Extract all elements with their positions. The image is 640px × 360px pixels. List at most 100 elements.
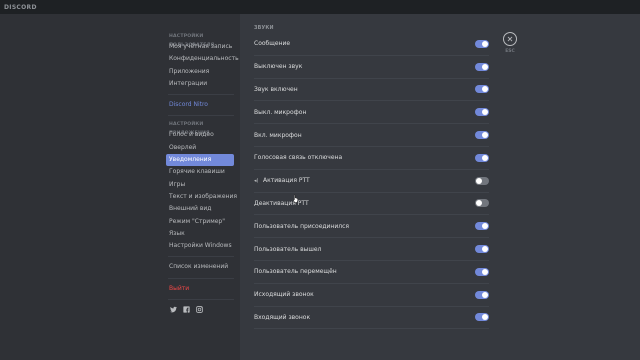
toggle-knob bbox=[482, 63, 488, 70]
toggle-knob bbox=[482, 246, 488, 253]
sidebar-item-changelog[interactable]: Список изменений bbox=[166, 261, 234, 273]
sound-setting-label: Исходящий звонок bbox=[254, 291, 314, 298]
sidebar-item-voice-video[interactable]: Голос и видео bbox=[166, 129, 234, 141]
sound-setting-row: Выключен звук bbox=[254, 56, 489, 79]
sound-setting-label: Звук включен bbox=[254, 86, 298, 93]
sound-setting-label: Вкл. микрофон bbox=[254, 132, 302, 139]
mouse-cursor-icon bbox=[293, 194, 298, 203]
sound-setting-label-text: Пользователь вышел bbox=[254, 245, 322, 253]
sound-setting-label-text: Деактивация PTT bbox=[254, 199, 309, 207]
sidebar-item-language[interactable]: Язык bbox=[166, 228, 234, 240]
sound-setting-label-text: Звук включен bbox=[254, 85, 298, 93]
esc-label: ESC bbox=[505, 49, 515, 54]
sidebar-item-integrations[interactable]: Интеграции bbox=[166, 78, 234, 90]
toggle-knob bbox=[482, 86, 488, 93]
toggle-knob bbox=[482, 132, 488, 139]
twitter-icon[interactable] bbox=[170, 306, 177, 313]
sound-setting-label-text: Сообщение bbox=[254, 40, 291, 48]
sidebar-divider bbox=[168, 277, 234, 279]
sidebar-divider bbox=[168, 115, 234, 117]
sound-toggle-switch[interactable] bbox=[475, 313, 489, 322]
sound-setting-label-text: Пользователь перемещён bbox=[254, 268, 337, 276]
toggle-knob bbox=[482, 314, 488, 321]
sound-setting-row: Пользователь перемещён bbox=[254, 261, 489, 284]
social-links bbox=[166, 306, 240, 314]
close-icon bbox=[507, 36, 513, 42]
sidebar-item-apps[interactable]: Приложения bbox=[166, 66, 234, 78]
toggle-knob bbox=[482, 40, 488, 47]
sound-setting-label: Выключен звук bbox=[254, 63, 302, 70]
sound-toggle-switch[interactable] bbox=[475, 153, 489, 162]
sound-setting-row: Звук включен bbox=[254, 79, 489, 102]
sound-setting-label-text: Выкл. микрофон bbox=[254, 108, 307, 116]
sound-setting-row: Голосовая связь отключена bbox=[254, 147, 489, 170]
sound-toggle-switch[interactable] bbox=[475, 267, 489, 276]
sound-toggle-switch[interactable] bbox=[475, 176, 489, 185]
sound-setting-row: Деактивация PTT bbox=[254, 193, 489, 216]
sound-toggle-switch[interactable] bbox=[475, 245, 489, 254]
sound-toggle-switch[interactable] bbox=[475, 290, 489, 299]
sidebar-divider bbox=[168, 256, 234, 258]
sound-setting-row: Выкл. микрофон bbox=[254, 101, 489, 125]
sound-setting-row: Сообщение bbox=[254, 33, 489, 56]
sound-setting-label: Деактивация PTT bbox=[254, 200, 309, 207]
settings-window: НАСТРОЙКИ ПОЛЬЗОВАТЕЛЯ Моя учётная запис… bbox=[0, 14, 640, 360]
settings-sidebar: НАСТРОЙКИ ПОЛЬЗОВАТЕЛЯ Моя учётная запис… bbox=[0, 14, 240, 360]
user-settings-header: НАСТРОЙКИ ПОЛЬЗОВАТЕЛЯ bbox=[169, 34, 215, 48]
facebook-icon[interactable] bbox=[183, 306, 190, 314]
sound-setting-label-text: Вкл. микрофон bbox=[254, 131, 302, 139]
sound-setting-label-text: Выключен звук bbox=[254, 63, 303, 71]
sound-setting-label: Пользователь присоединился bbox=[254, 223, 349, 230]
sound-setting-label-text: Пользователь присоединился bbox=[254, 222, 349, 230]
sidebar-item-windows-settings[interactable]: Настройки Windows bbox=[166, 240, 234, 252]
sound-toggle-switch[interactable] bbox=[475, 199, 489, 208]
sound-setting-row: ◂) Активация PTT bbox=[254, 170, 489, 193]
sidebar-divider bbox=[168, 94, 234, 96]
sound-setting-label: Входящий звонок bbox=[254, 314, 310, 321]
sidebar-item-appearance[interactable]: Внешний вид bbox=[166, 203, 234, 215]
sidebar-item-my-account[interactable]: Моя учётная запись bbox=[166, 41, 234, 53]
sound-setting-label-text: Исходящий звонок bbox=[254, 291, 314, 299]
sound-setting-row: Входящий звонок bbox=[254, 307, 489, 330]
speaker-icon[interactable]: ◂) bbox=[254, 178, 260, 184]
sound-setting-row: Пользователь вышел bbox=[254, 238, 489, 261]
title-bar: DISCORD bbox=[0, 0, 640, 14]
sidebar-item-streamer-mode[interactable]: Режим "Стример" bbox=[166, 216, 234, 228]
toggle-knob bbox=[482, 223, 488, 230]
instagram-icon[interactable] bbox=[196, 306, 203, 313]
sound-setting-label: Сообщение bbox=[254, 40, 290, 47]
sound-setting-label: Пользователь вышел bbox=[254, 246, 321, 253]
sound-setting-label-text: Голосовая связь отключена bbox=[254, 154, 343, 162]
sound-toggle-switch[interactable] bbox=[475, 85, 489, 94]
toggle-knob bbox=[482, 109, 488, 116]
sound-setting-label-text: Активация PTT bbox=[263, 177, 310, 185]
sidebar-item-notifications[interactable]: Уведомления bbox=[166, 154, 234, 167]
sidebar-divider bbox=[168, 299, 234, 301]
sound-toggle-switch[interactable] bbox=[475, 39, 489, 48]
sound-toggle-switch[interactable] bbox=[475, 62, 489, 71]
sound-setting-label: Пользователь перемещён bbox=[254, 268, 337, 275]
sound-setting-label: Выкл. микрофон bbox=[254, 109, 306, 116]
logout-button[interactable]: Выйти bbox=[166, 283, 234, 295]
app-title: DISCORD bbox=[4, 3, 37, 11]
sounds-section-title: ЗВУКИ bbox=[254, 26, 274, 31]
toggle-knob bbox=[482, 268, 488, 275]
sound-setting-label: Голосовая связь отключена bbox=[254, 154, 342, 161]
sidebar-item-overlay[interactable]: Оверлей bbox=[166, 142, 234, 154]
app-settings-header: НАСТРОЙКИ ПРИЛОЖЕНИЯ bbox=[169, 122, 210, 137]
sound-settings-list: Сообщение Выключен звук Звук включен Выкл. … bbox=[254, 33, 640, 330]
sound-setting-row: Исходящий звонок bbox=[254, 284, 489, 307]
sound-setting-label: ◂) Активация PTT bbox=[254, 177, 310, 184]
toggle-knob bbox=[482, 154, 488, 161]
sidebar-item-games[interactable]: Игры bbox=[166, 179, 234, 191]
close-button[interactable] bbox=[503, 32, 517, 46]
toggle-knob bbox=[476, 177, 482, 184]
sound-setting-label-text: Входящий звонок bbox=[254, 313, 311, 321]
sound-toggle-switch[interactable] bbox=[475, 131, 489, 140]
sidebar-item-keybinds[interactable]: Горячие клавиши bbox=[166, 166, 234, 178]
sound-toggle-switch[interactable] bbox=[475, 108, 489, 117]
sidebar-item-nitro[interactable]: Discord Nitro bbox=[166, 99, 234, 111]
sound-toggle-switch[interactable] bbox=[475, 222, 489, 231]
sidebar-item-text-images[interactable]: Текст и изображения bbox=[166, 191, 237, 203]
sidebar-item-privacy[interactable]: Конфиденциальность bbox=[166, 53, 239, 65]
